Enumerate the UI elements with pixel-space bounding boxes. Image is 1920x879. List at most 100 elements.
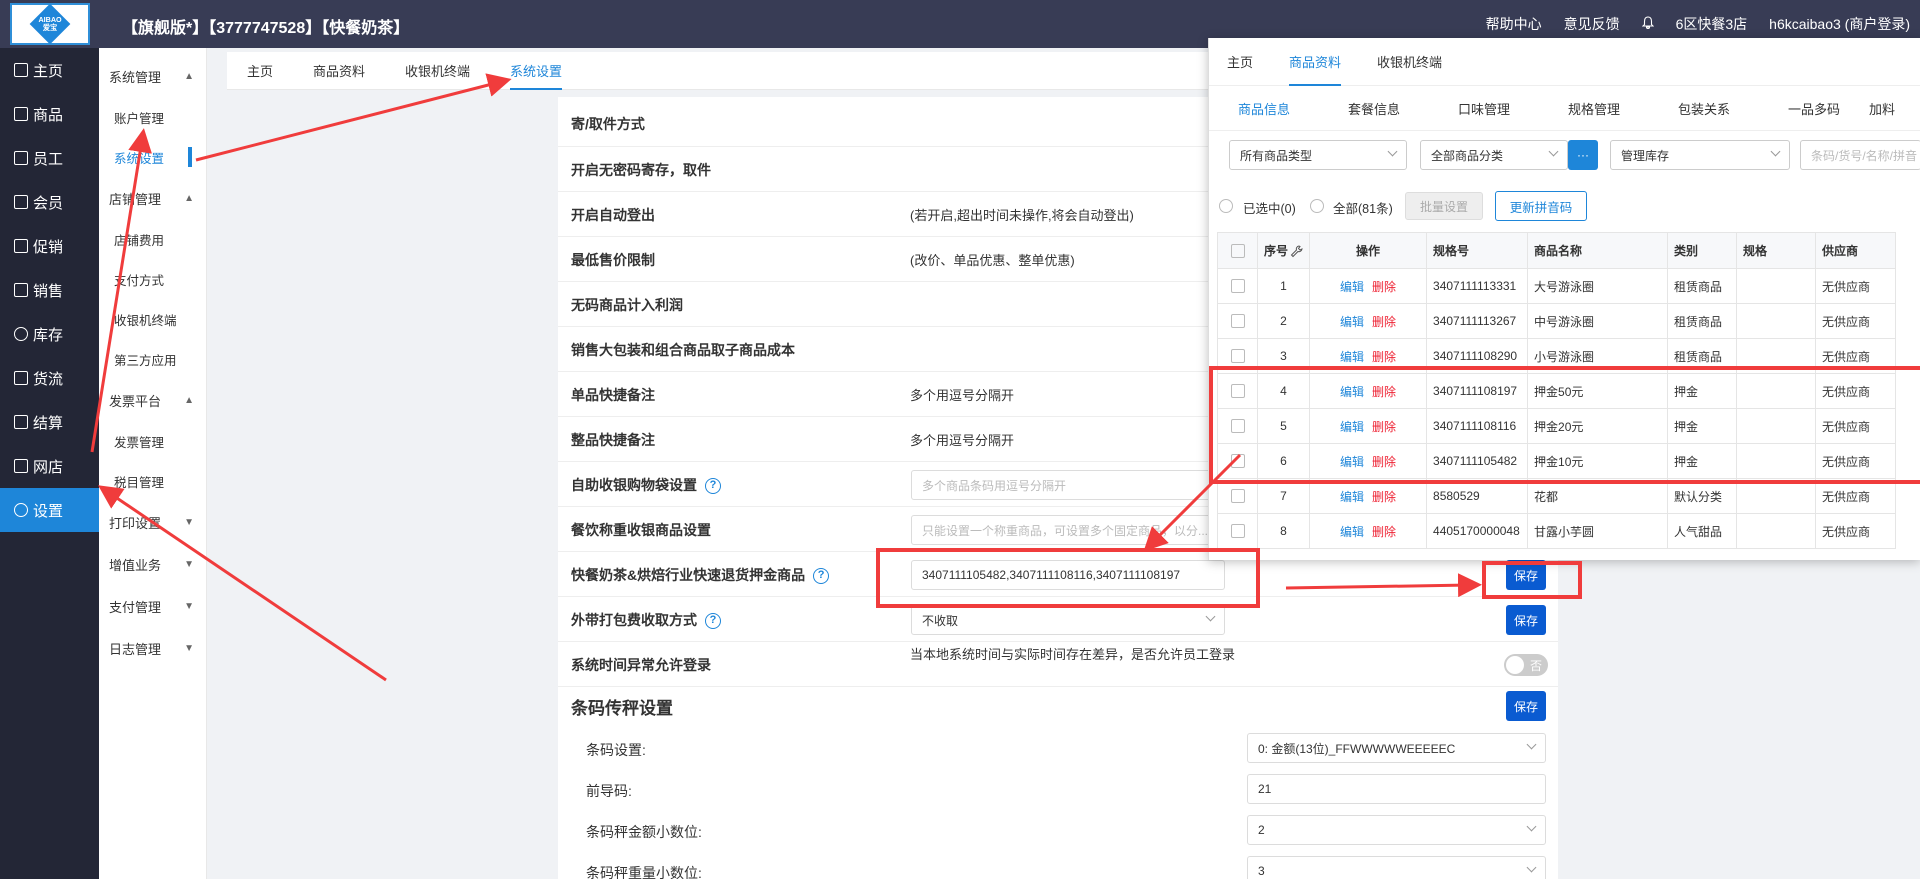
staff-icon [14, 151, 28, 165]
overlay-tab-goods[interactable]: 商品资料 [1271, 38, 1359, 86]
subnav-thirdparty[interactable]: 第三方应用 [99, 339, 206, 379]
row-checkbox[interactable] [1230, 314, 1245, 329]
subtab-package[interactable]: 包装关系 [1649, 99, 1759, 118]
row-checkbox[interactable] [1230, 524, 1245, 539]
group-log[interactable]: 日志管理 ▼ [99, 627, 206, 669]
aibao-logo[interactable]: AIBAO 爱宝 [10, 3, 90, 45]
packing-fee-select[interactable]: 不收取 [911, 605, 1225, 635]
nav-shop[interactable]: 网店 [0, 444, 99, 488]
nav-label: 促销 [33, 238, 64, 256]
nav-promo[interactable]: 促销 [0, 224, 99, 268]
help-center-link[interactable]: 帮助中心 [1486, 14, 1542, 34]
stock-select[interactable]: 管理库存 [1610, 140, 1790, 170]
edit-link[interactable]: 编辑 [1340, 350, 1364, 364]
all-radio[interactable] [1310, 199, 1324, 213]
row-supplier: 无供应商 [1815, 303, 1897, 339]
user-menu[interactable]: h6kcaibao3 (商户登录) [1769, 14, 1910, 34]
edit-link[interactable]: 编辑 [1340, 490, 1364, 504]
row-checkbox[interactable] [1230, 489, 1245, 504]
subnav-account[interactable]: 账户管理 [99, 97, 206, 137]
more-button[interactable]: ··· [1568, 140, 1598, 170]
nav-goods[interactable]: 商品 [0, 92, 99, 136]
settle-icon [14, 415, 28, 429]
prefix-input[interactable]: 21 [1247, 774, 1546, 804]
subtab-combo[interactable]: 套餐信息 [1319, 99, 1429, 118]
subnav-payment[interactable]: 支付方式 [99, 259, 206, 299]
subtab-addon[interactable]: 加料 [1869, 99, 1909, 118]
amount-decimals-select[interactable]: 2 [1247, 815, 1546, 845]
subtab-spec[interactable]: 规格管理 [1539, 99, 1649, 118]
delete-link[interactable]: 删除 [1372, 490, 1396, 504]
batch-settings-button[interactable]: 批量设置 [1405, 192, 1483, 220]
feedback-link[interactable]: 意见反馈 [1564, 14, 1620, 34]
store-name[interactable]: 6区快餐3店 [1676, 14, 1748, 34]
subnav-tax[interactable]: 税目管理 [99, 461, 206, 501]
nav-home[interactable]: 主页 [0, 48, 99, 92]
row-checkbox[interactable] [1230, 349, 1245, 364]
table-header-row: 序号 操作 规格号 商品名称 类别 规格 供应商 [1217, 232, 1897, 269]
setting-label: 整品快捷备注 [571, 432, 655, 448]
selected-radio[interactable] [1219, 199, 1233, 213]
chevron-down-icon [1526, 862, 1537, 873]
wrench-icon[interactable] [1290, 245, 1303, 258]
delete-link[interactable]: 删除 [1372, 525, 1396, 539]
overlay-tab-home[interactable]: 主页 [1209, 38, 1271, 86]
shopping-bag-input[interactable]: 多个商品条码用逗号分隔开 [911, 470, 1251, 500]
tab-system-settings[interactable]: 系统设置 [490, 52, 582, 90]
group-paymgmt[interactable]: 支付管理 ▼ [99, 585, 206, 627]
group-invoice[interactable]: 发票平台 ▲ [99, 379, 206, 421]
nav-staff[interactable]: 员工 [0, 136, 99, 180]
row-checkbox[interactable] [1230, 279, 1245, 294]
save-button[interactable]: 保存 [1506, 605, 1546, 635]
tab-pos[interactable]: 收银机终端 [385, 52, 490, 90]
tab-home[interactable]: 主页 [227, 52, 293, 90]
delete-link[interactable]: 删除 [1372, 350, 1396, 364]
nav-inventory[interactable]: 库存 [0, 312, 99, 356]
edit-link[interactable]: 编辑 [1340, 525, 1364, 539]
save-button[interactable]: 保存 [1506, 691, 1546, 721]
subtab-multicode[interactable]: 一品多码 [1759, 99, 1869, 118]
search-input[interactable]: 条码/货号/名称/拼音 [1800, 140, 1920, 170]
row-supplier: 无供应商 [1815, 268, 1897, 304]
nav-settle[interactable]: 结算 [0, 400, 99, 444]
subnav-pos[interactable]: 收银机终端 [99, 299, 206, 339]
group-store[interactable]: 店铺管理 ▲ [99, 177, 206, 219]
edit-link[interactable]: 编辑 [1340, 315, 1364, 329]
group-print[interactable]: 打印设置 ▼ [99, 501, 206, 543]
subnav-system-settings[interactable]: 系统设置 [99, 137, 206, 177]
group-vas[interactable]: 增值业务 ▼ [99, 543, 206, 585]
edit-link[interactable]: 编辑 [1340, 280, 1364, 294]
subnav-store-fee[interactable]: 店铺费用 [99, 219, 206, 259]
delete-link[interactable]: 删除 [1372, 280, 1396, 294]
group-system[interactable]: 系统管理 ▲ [99, 55, 206, 97]
category-select[interactable]: 全部商品分类 [1420, 140, 1568, 170]
update-pinyin-button[interactable]: 更新拼音码 [1495, 191, 1587, 221]
setting-desc: 当本地系统时间与实际时间存在差异，是否允许员工登录 [910, 647, 1236, 662]
nav-settings[interactable]: 设置 [0, 488, 99, 532]
tab-goods[interactable]: 商品资料 [293, 52, 385, 90]
weight-decimals-select[interactable]: 3 [1247, 856, 1546, 879]
setting-label: 开启无密码寄存，取件 [571, 162, 711, 178]
column-header: 序号 [1256, 232, 1311, 269]
help-icon[interactable]: ? [705, 613, 721, 630]
select-all-checkbox[interactable] [1230, 243, 1245, 258]
nav-member[interactable]: 会员 [0, 180, 99, 224]
nav-sales[interactable]: 销售 [0, 268, 99, 312]
barcode-setting-select[interactable]: 0: 金额(13位)_FFWWWWWEEEEEC [1247, 733, 1546, 763]
subtab-flavor[interactable]: 口味管理 [1429, 99, 1539, 118]
subnav-invoice[interactable]: 发票管理 [99, 421, 206, 461]
goods-type-select[interactable]: 所有商品类型 [1229, 140, 1407, 170]
overlay-tab-pos[interactable]: 收银机终端 [1359, 38, 1460, 86]
table-row[interactable]: 2 编辑 删除 3407111113267 中号游泳圈 租赁商品 无供应商 [1217, 303, 1897, 339]
table-row[interactable]: 1 编辑 删除 3407111113331 大号游泳圈 租赁商品 无供应商 [1217, 268, 1897, 304]
bell-icon[interactable] [1641, 16, 1654, 32]
help-icon[interactable]: ? [813, 568, 830, 585]
table-row[interactable]: 8 编辑 删除 4405170000048 甘露小芋圆 人气甜品 无供应商 [1217, 513, 1897, 549]
subtab-goods-info[interactable]: 商品信息 [1209, 99, 1319, 118]
weighing-goods-input[interactable]: 只能设置一个称重商品，可设置多个固定商品，以分... [911, 515, 1251, 545]
header-checkbox-cell [1217, 232, 1258, 269]
nav-logistics[interactable]: 货流 [0, 356, 99, 400]
help-icon[interactable]: ? [705, 478, 721, 495]
allow-login-toggle[interactable]: 否 [1504, 654, 1548, 676]
delete-link[interactable]: 删除 [1372, 315, 1396, 329]
